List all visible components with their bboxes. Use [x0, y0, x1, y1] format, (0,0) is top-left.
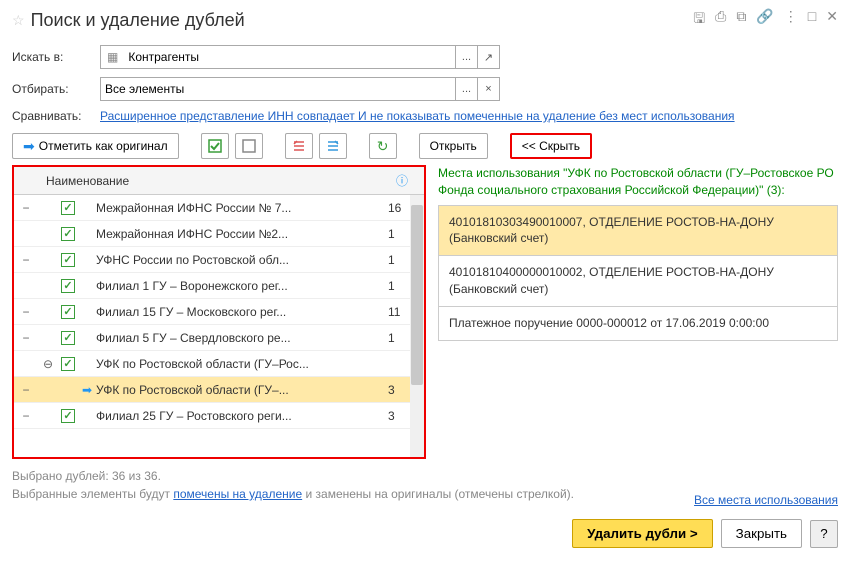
- arrow-right-icon: ➡: [23, 138, 35, 155]
- row-checkbox[interactable]: ✓: [58, 279, 78, 293]
- row-name: УФНС России по Ростовской обл...: [96, 253, 384, 267]
- collapse-all-button[interactable]: [285, 133, 313, 159]
- refresh-button[interactable]: ↻: [369, 133, 397, 159]
- search-in-row: Искать в: ▦ ... ↗: [0, 41, 850, 73]
- row-toggle[interactable]: −: [14, 201, 38, 215]
- save-icon[interactable]: 🖫: [693, 8, 705, 32]
- titlebar: ☆ Поиск и удаление дублей 🖫 ⎙ ⧉ 🔗 ⋮ □ ✕: [0, 0, 850, 41]
- mark-deletion-link[interactable]: помечены на удаление: [173, 487, 302, 501]
- row-name: Межрайонная ИФНС России № 7...: [96, 201, 384, 215]
- table-row[interactable]: ✓Межрайонная ИФНС России №2...1: [14, 221, 424, 247]
- selected-count: Выбрано дублей: 36 из 36.: [12, 467, 670, 485]
- more-icon[interactable]: ⋮: [784, 8, 798, 32]
- compare-label: Сравнивать:: [12, 109, 92, 123]
- compare-row: Сравнивать: Расширенное представление ИН…: [0, 105, 850, 127]
- original-arrow-icon: ➡: [78, 383, 96, 397]
- scrollbar-thumb[interactable]: [411, 205, 423, 385]
- filter-label: Отбирать:: [12, 82, 92, 96]
- close-icon[interactable]: ✕: [826, 8, 838, 32]
- expand-all-button[interactable]: [319, 133, 347, 159]
- help-button[interactable]: ?: [810, 520, 838, 548]
- usages-header: Места использования "УФК по Ростовской о…: [438, 165, 838, 199]
- filter-field[interactable]: ... ×: [100, 77, 500, 101]
- row-checkbox[interactable]: ✓: [58, 305, 78, 319]
- scrollbar[interactable]: [410, 195, 424, 457]
- usage-row[interactable]: 40101810303490010007, ОТДЕЛЕНИЕ РОСТОВ-Н…: [439, 206, 837, 257]
- mark-original-button[interactable]: ➡ Отметить как оригинал: [12, 133, 179, 159]
- row-name: Филиал 25 ГУ – Ростовского реги...: [96, 409, 384, 423]
- refresh-icon: ↻: [377, 138, 389, 155]
- table-row[interactable]: ✓Филиал 1 ГУ – Воронежского рег...1: [14, 273, 424, 299]
- search-in-input[interactable]: [124, 46, 455, 68]
- row-toggle[interactable]: −: [14, 409, 38, 423]
- row-name: Филиал 5 ГУ – Свердловского ре...: [96, 331, 384, 345]
- table-row[interactable]: −✓Филиал 15 ГУ – Московского рег...11: [14, 299, 424, 325]
- delete-duplicates-button[interactable]: Удалить дубли >: [572, 519, 713, 548]
- favorite-icon[interactable]: ☆: [12, 12, 25, 29]
- print-icon[interactable]: ⎙: [715, 8, 726, 32]
- usages-panel: Места использования "УФК по Ростовской о…: [438, 165, 838, 459]
- table-icon: ▦: [101, 50, 124, 64]
- table-row[interactable]: −✓УФНС России по Ростовской обл...1: [14, 247, 424, 273]
- filter-clear[interactable]: ×: [477, 78, 499, 100]
- filter-row: Отбирать: ... ×: [0, 73, 850, 105]
- main-area: Наименование ⓘ − ✓ Межрайонная ИФНС России…: [0, 165, 850, 459]
- row-checkbox[interactable]: ✓: [58, 253, 78, 267]
- table-header: Наименование ⓘ: [14, 167, 424, 195]
- bottom-bar: Удалить дубли > Закрыть ?: [0, 511, 850, 556]
- all-usages-link[interactable]: Все места использования: [694, 493, 838, 507]
- open-button[interactable]: Открыть: [419, 133, 488, 159]
- row-checkbox[interactable]: ✓: [58, 357, 78, 371]
- header-name: Наименование: [42, 174, 380, 188]
- search-in-field[interactable]: ▦ ... ↗: [100, 45, 500, 69]
- row-name: Межрайонная ИФНС России №2...: [96, 227, 384, 241]
- table-row[interactable]: ⊖✓ УФК по Ростовской области (ГУ–Рос...: [14, 351, 424, 377]
- compare-link[interactable]: Расширенное представление ИНН совпадает …: [100, 109, 735, 123]
- maximize-icon[interactable]: □: [808, 8, 816, 32]
- search-in-label: Искать в:: [12, 50, 92, 64]
- link-icon[interactable]: 🔗: [756, 8, 773, 32]
- filter-choose[interactable]: ...: [455, 78, 477, 100]
- filter-input[interactable]: [101, 78, 455, 100]
- row-expand[interactable]: ⊖: [38, 357, 58, 371]
- footer-text: Выбрано дублей: 36 из 36. Выбранные элем…: [0, 459, 682, 511]
- row-name: Филиал 1 ГУ – Воронежского рег...: [96, 279, 384, 293]
- preview-icon[interactable]: ⧉: [736, 8, 746, 32]
- info-icon[interactable]: ⓘ: [380, 172, 424, 189]
- window-buttons: 🖫 ⎙ ⧉ 🔗 ⋮ □ ✕: [693, 8, 838, 32]
- table-row[interactable]: −✓Филиал 25 ГУ – Ростовского реги...3: [14, 403, 424, 429]
- row-toggle[interactable]: −: [14, 383, 38, 397]
- row-checkbox[interactable]: ✓: [58, 331, 78, 345]
- page-title: Поиск и удаление дублей: [31, 10, 694, 31]
- row-toggle[interactable]: −: [14, 305, 38, 319]
- search-in-open[interactable]: ↗: [477, 46, 499, 68]
- hide-button[interactable]: << Скрыть: [510, 133, 592, 159]
- table-row[interactable]: −➡УФК по Ростовской области (ГУ–...3: [14, 377, 424, 403]
- row-toggle[interactable]: −: [14, 253, 38, 267]
- table-row[interactable]: −✓Филиал 5 ГУ – Свердловского ре...1: [14, 325, 424, 351]
- check-all-button[interactable]: [201, 133, 229, 159]
- duplicates-tree-panel: Наименование ⓘ − ✓ Межрайонная ИФНС России…: [12, 165, 426, 459]
- duplicates-table: Наименование ⓘ − ✓ Межрайонная ИФНС России…: [14, 167, 424, 457]
- usage-row[interactable]: 40101810400000010002, ОТДЕЛЕНИЕ РОСТОВ-Н…: [439, 256, 837, 307]
- row-name: УФК по Ростовской области (ГУ–...: [96, 383, 384, 397]
- row-toggle[interactable]: −: [14, 331, 38, 345]
- table-row[interactable]: −✓Межрайонная ИФНС России № 7...16: [14, 195, 424, 221]
- search-in-choose[interactable]: ...: [455, 46, 477, 68]
- row-checkbox[interactable]: ✓: [58, 201, 78, 215]
- usages-list: 40101810303490010007, ОТДЕЛЕНИЕ РОСТОВ-Н…: [438, 205, 838, 341]
- row-checkbox[interactable]: ✓: [58, 409, 78, 423]
- row-name: УФК по Ростовской области (ГУ–Рос...: [96, 357, 384, 371]
- uncheck-all-button[interactable]: [235, 133, 263, 159]
- usage-row[interactable]: Платежное поручение 0000-000012 от 17.06…: [439, 307, 837, 340]
- close-button[interactable]: Закрыть: [721, 519, 802, 548]
- toolbar: ➡ Отметить как оригинал ↻ Открыть << Скр…: [0, 127, 850, 165]
- row-name: Филиал 15 ГУ – Московского рег...: [96, 305, 384, 319]
- row-checkbox[interactable]: ✓: [58, 227, 78, 241]
